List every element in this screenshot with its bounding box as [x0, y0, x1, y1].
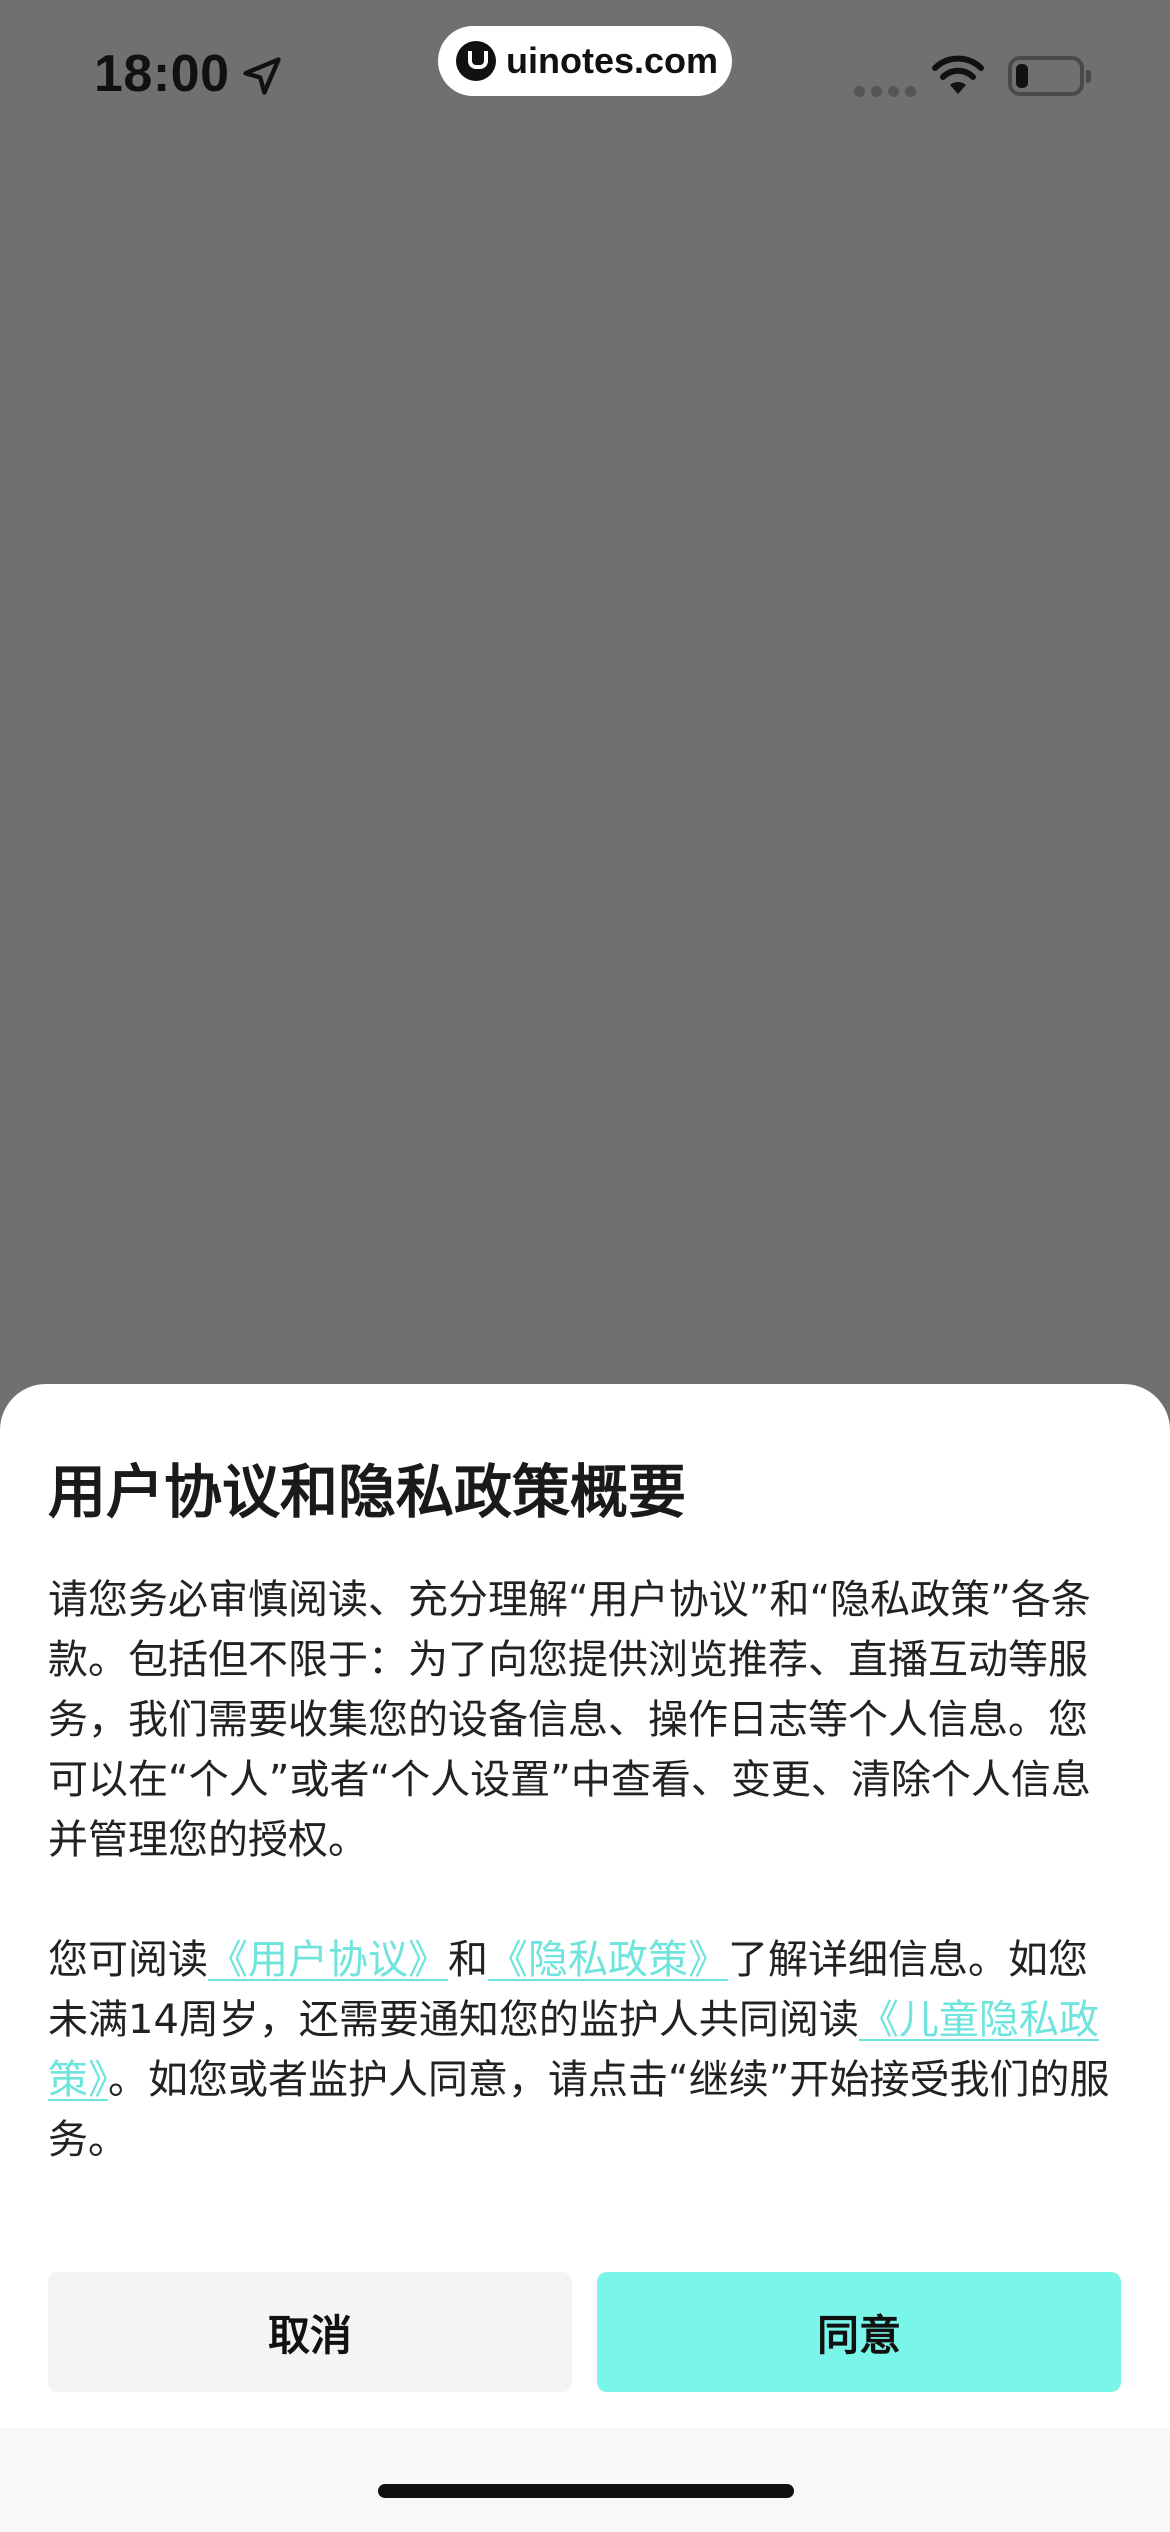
watermark-badge: uinotes.com	[438, 26, 732, 96]
home-indicator[interactable]	[378, 2484, 794, 2498]
battery-icon	[1008, 56, 1084, 96]
cellular-signal-icon	[854, 86, 916, 97]
battery-level	[1016, 64, 1028, 88]
watermark-text: uinotes.com	[506, 40, 719, 81]
dialog-title: 用户协议和隐私政策概要	[48, 1458, 687, 1526]
links-paragraph: 您可阅读《用户协议》和《隐私政策》了解详细信息。如您未满14周岁，还需要通知您的…	[48, 1930, 1124, 2170]
bottom-safe-area	[0, 2428, 1170, 2532]
status-time: 18:00	[94, 45, 230, 103]
agreement-dialog: 用户协议和隐私政策概要 请您务必审慎阅读、充分理解“用户协议”和“隐私政策”各条…	[0, 1384, 1170, 2532]
text-segment: 。如您或者监护人同意，请点击“继续”开始接受我们的服务。	[48, 2057, 1110, 2163]
cancel-button[interactable]: 取消	[48, 2272, 572, 2392]
status-bar: 18:00 uinotes.com	[0, 0, 1170, 150]
intro-paragraph: 请您务必审慎阅读、充分理解“用户协议”和“隐私政策”各条款。包括但不限于：为了向…	[48, 1577, 1091, 1863]
user-agreement-link[interactable]: 《用户协议》	[208, 1937, 448, 1983]
battery-cap	[1086, 70, 1091, 83]
wifi-icon	[932, 55, 984, 94]
location-arrow-icon	[243, 57, 281, 95]
text-segment: 您可阅读	[48, 1937, 208, 1983]
dialog-body: 请您务必审慎阅读、充分理解“用户协议”和“隐私政策”各条款。包括但不限于：为了向…	[48, 1570, 1124, 2170]
privacy-policy-link[interactable]: 《隐私政策》	[488, 1937, 728, 1983]
text-segment: 和	[448, 1937, 488, 1983]
agree-button[interactable]: 同意	[597, 2272, 1121, 2392]
uinotes-logo-icon	[456, 41, 496, 81]
